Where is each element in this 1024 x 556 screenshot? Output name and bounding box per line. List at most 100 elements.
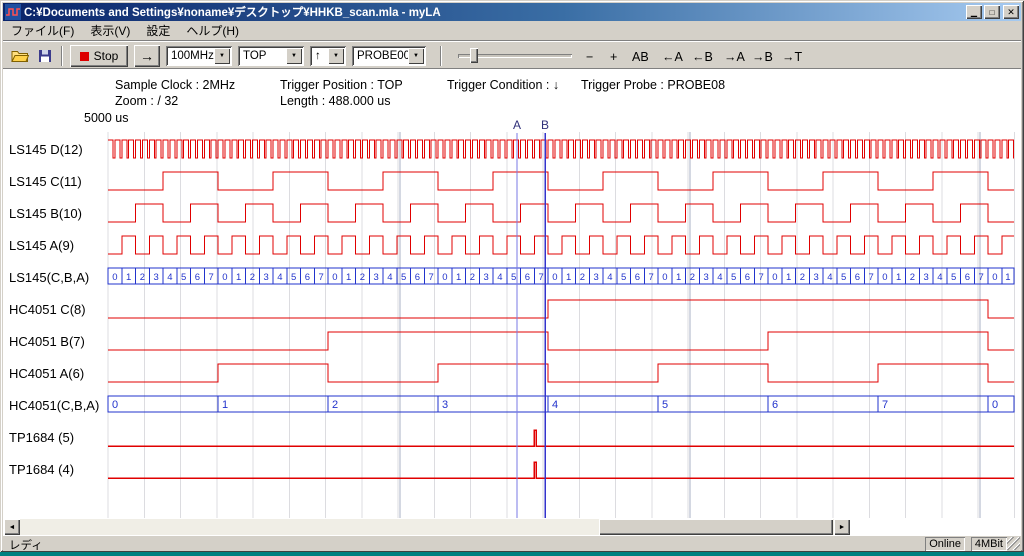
sample-clock-value: 100MHz: [171, 50, 214, 62]
svg-text:7: 7: [758, 272, 763, 283]
nav-button-4[interactable]: ←B: [690, 47, 715, 66]
svg-text:5: 5: [662, 399, 668, 411]
scrollbar-thumb[interactable]: [599, 519, 833, 535]
title-bar: C:¥Documents and Settings¥noname¥デスクトップ¥…: [3, 3, 1021, 21]
svg-text:6: 6: [195, 272, 200, 283]
trigger-edge-combo[interactable]: ↑ ▼: [310, 46, 346, 66]
svg-text:6: 6: [635, 272, 640, 283]
trigger-position-value: TOP: [243, 50, 266, 62]
svg-text:0: 0: [882, 272, 887, 283]
scroll-left-icon[interactable]: ◄: [4, 519, 20, 535]
svg-text:4: 4: [827, 272, 832, 283]
svg-text:3: 3: [442, 399, 448, 411]
status-online: Online: [925, 537, 965, 551]
svg-text:7: 7: [882, 399, 888, 411]
nav-button-0[interactable]: −: [584, 47, 595, 66]
svg-text:4: 4: [277, 272, 282, 283]
svg-text:4: 4: [607, 272, 612, 283]
nav-button-1[interactable]: +: [608, 47, 619, 66]
menu-item-1[interactable]: 表示(V): [82, 20, 138, 41]
chevron-down-icon[interactable]: ▼: [286, 48, 302, 64]
app-icon: [5, 4, 21, 20]
menu-item-0[interactable]: ファイル(F): [3, 20, 82, 41]
svg-text:6: 6: [305, 272, 310, 283]
svg-text:2: 2: [470, 272, 475, 283]
scroll-right-icon[interactable]: ►: [834, 519, 850, 535]
open-folder-icon: [11, 49, 29, 63]
svg-text:0: 0: [112, 272, 117, 283]
svg-text:5: 5: [181, 272, 186, 283]
menu-item-3[interactable]: ヘルプ(H): [178, 20, 247, 41]
svg-text:1: 1: [126, 272, 131, 283]
svg-text:4: 4: [552, 399, 558, 411]
svg-text:0: 0: [112, 399, 118, 411]
waveform-6: [108, 332, 1014, 350]
toolbar: Stop → 100MHz ▼ TOP ▼ ↑ ▼ PROBE00 ▼ −+ AB…: [3, 41, 1021, 69]
svg-text:7: 7: [318, 272, 323, 283]
svg-text:1: 1: [566, 272, 571, 283]
stop-icon: [80, 52, 89, 61]
horizontal-scrollbar[interactable]: ◄ ►: [4, 519, 850, 535]
waveform-0: [108, 140, 1014, 158]
floppy-icon: [38, 49, 52, 63]
svg-text:3: 3: [703, 272, 708, 283]
waveform-2: [108, 204, 1014, 222]
resize-grip[interactable]: [1007, 537, 1020, 550]
svg-text:0: 0: [222, 272, 227, 283]
svg-text:5: 5: [731, 272, 736, 283]
svg-text:2: 2: [580, 272, 585, 283]
waveform-10: [108, 462, 1014, 478]
svg-text:2: 2: [690, 272, 695, 283]
nav-button-3[interactable]: ←A: [660, 47, 685, 66]
svg-text:3: 3: [153, 272, 158, 283]
stop-button[interactable]: Stop: [70, 45, 128, 67]
waveform-3: [108, 236, 1014, 254]
svg-text:0: 0: [552, 272, 557, 283]
svg-text:3: 3: [483, 272, 488, 283]
svg-text:5: 5: [841, 272, 846, 283]
svg-text:2: 2: [800, 272, 805, 283]
zoom-slider-thumb[interactable]: [470, 48, 478, 63]
trigger-edge-value: ↑: [315, 50, 321, 62]
svg-text:1: 1: [1005, 272, 1010, 283]
save-button[interactable]: [33, 45, 57, 67]
svg-text:1: 1: [456, 272, 461, 283]
svg-text:1: 1: [676, 272, 681, 283]
open-button[interactable]: [8, 45, 32, 67]
nav-button-5[interactable]: →A: [722, 47, 747, 66]
minimize-button[interactable]: ▁: [966, 5, 982, 19]
svg-text:A: A: [513, 118, 521, 132]
toolbar-separator: [440, 46, 442, 66]
sample-clock-combo[interactable]: 100MHz ▼: [166, 46, 232, 66]
menu-item-2[interactable]: 設定: [138, 20, 178, 41]
svg-text:5: 5: [951, 272, 956, 283]
app-window: C:¥Documents and Settings¥noname¥デスクトップ¥…: [0, 0, 1024, 552]
chevron-down-icon[interactable]: ▼: [328, 48, 344, 64]
status-ready: レディ: [9, 537, 43, 553]
svg-text:2: 2: [332, 399, 338, 411]
nav-button-7[interactable]: →T: [780, 47, 804, 66]
status-memory: 4MBit: [971, 537, 1007, 551]
maximize-button[interactable]: □: [984, 5, 1000, 19]
nav-button-6[interactable]: →B: [750, 47, 775, 66]
run-button[interactable]: →: [134, 45, 160, 67]
svg-text:5: 5: [621, 272, 626, 283]
svg-text:7: 7: [868, 272, 873, 283]
chevron-down-icon[interactable]: ▼: [214, 48, 230, 64]
svg-text:4: 4: [387, 272, 392, 283]
chevron-down-icon[interactable]: ▼: [408, 48, 424, 64]
svg-text:7: 7: [208, 272, 213, 283]
svg-text:4: 4: [937, 272, 942, 283]
nav-button-2[interactable]: AB: [630, 47, 651, 66]
svg-text:5: 5: [291, 272, 296, 283]
svg-text:6: 6: [965, 272, 970, 283]
svg-text:7: 7: [648, 272, 653, 283]
trigger-probe-value: PROBE00: [357, 50, 410, 62]
client-area: Sample Clock : 2MHz Trigger Position : T…: [3, 69, 1021, 535]
svg-text:3: 3: [263, 272, 268, 283]
trigger-position-combo[interactable]: TOP ▼: [238, 46, 304, 66]
menu-bar: ファイル(F)表示(V)設定ヘルプ(H): [3, 21, 1021, 41]
svg-text:3: 3: [923, 272, 928, 283]
close-button[interactable]: ✕: [1003, 5, 1019, 19]
trigger-probe-combo[interactable]: PROBE00 ▼: [352, 46, 426, 66]
